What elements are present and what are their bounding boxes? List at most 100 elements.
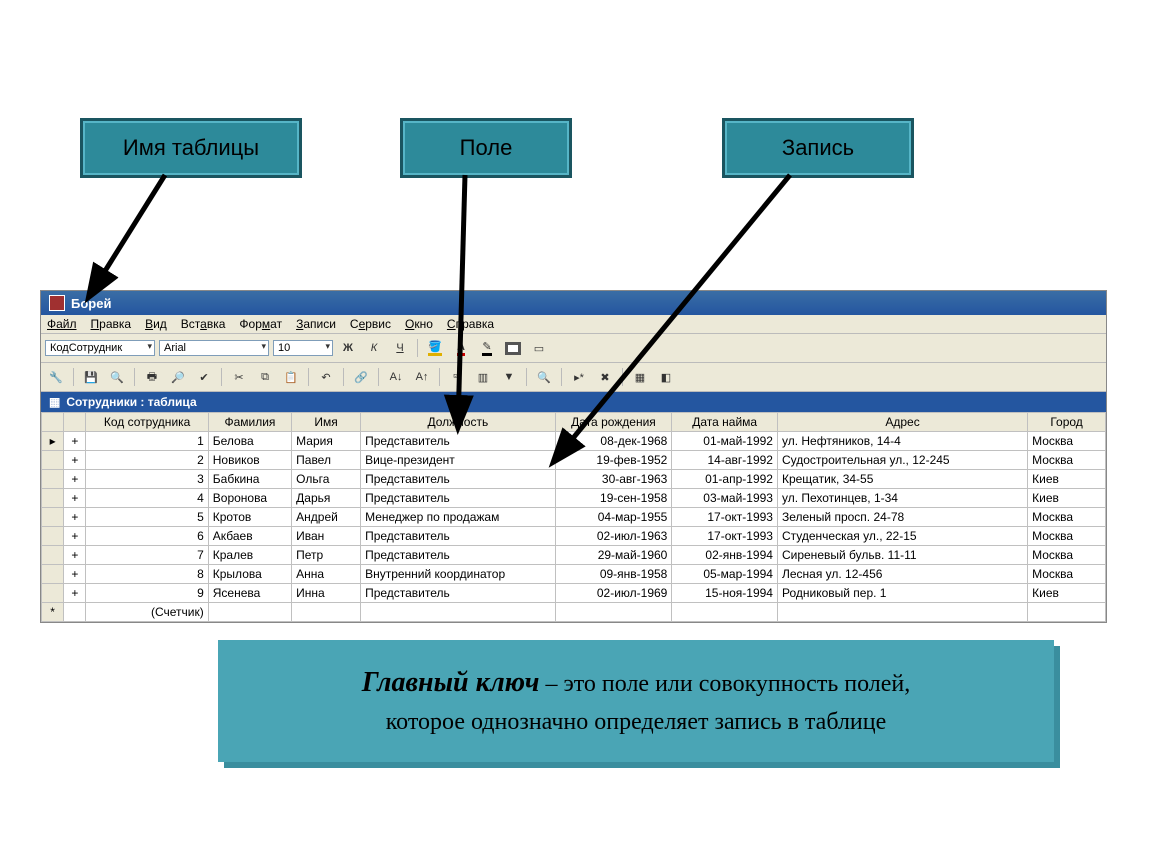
search-file-button[interactable]: 🔍 [106,366,128,388]
filter-form-button[interactable]: ▥ [472,366,494,388]
cell-position[interactable]: Внутренний координатор [361,565,556,584]
cell-hire[interactable]: 01-май-1992 [672,432,778,451]
cell-birth[interactable]: 08-дек-1968 [555,432,672,451]
table-row[interactable]: +7КралевПетрПредставитель29-май-196002-я… [42,546,1106,565]
cell-city[interactable]: Москва [1028,527,1106,546]
font-color-button[interactable]: A [450,337,472,359]
table-row[interactable]: +8КрыловаАннаВнутренний координатор09-ян… [42,565,1106,584]
row-selector[interactable] [42,527,64,546]
cell-lastname[interactable]: Кралев [208,546,291,565]
cell-birth[interactable]: 30-авг-1963 [555,470,672,489]
save-button[interactable]: 💾 [80,366,102,388]
new-row[interactable]: *(Счетчик) [42,603,1106,622]
cell-address[interactable]: Зеленый просп. 24-78 [777,508,1027,527]
col-city[interactable]: Город [1028,413,1106,432]
menu-edit[interactable]: Правка [91,317,132,331]
size-combo[interactable]: 10 [273,340,333,356]
gridlines-button[interactable] [502,337,524,359]
field-combo[interactable]: КодСотрудник [45,340,155,356]
cell-id-counter[interactable]: (Счетчик) [86,603,208,622]
cell-position[interactable]: Представитель [361,470,556,489]
col-position[interactable]: Должность [361,413,556,432]
row-selector[interactable] [42,565,64,584]
font-combo[interactable]: Arial [159,340,269,356]
print-button[interactable]: 🖶 [141,366,163,388]
cell-position[interactable]: Представитель [361,546,556,565]
data-grid[interactable]: Код сотрудника Фамилия Имя Должность Дат… [41,412,1106,622]
cell-hire[interactable]: 15-ноя-1994 [672,584,778,603]
cell-city[interactable]: Киев [1028,584,1106,603]
cell-birth[interactable]: 19-сен-1958 [555,489,672,508]
row-selector[interactable] [42,470,64,489]
table-row[interactable]: ▸+1БеловаМарияПредставитель08-дек-196801… [42,432,1106,451]
cell-id[interactable]: 9 [86,584,208,603]
cell-city[interactable]: Москва [1028,565,1106,584]
row-selector[interactable]: ▸ [42,432,64,451]
table-row[interactable]: +6АкбаевИванПредставитель02-июл-196317-о… [42,527,1106,546]
expand-button[interactable]: + [64,489,86,508]
cell-lastname[interactable]: Новиков [208,451,291,470]
cell-firstname[interactable]: Петр [292,546,361,565]
italic-button[interactable]: К [363,337,385,359]
cell-position[interactable]: Представитель [361,584,556,603]
sort-asc-button[interactable]: A↓ [385,366,407,388]
menu-view[interactable]: Вид [145,317,167,331]
paste-button[interactable]: 📋 [280,366,302,388]
table-row[interactable]: +5КротовАндрейМенеджер по продажам04-мар… [42,508,1106,527]
menu-file[interactable]: Файл [47,317,77,331]
cell-address[interactable]: Лесная ул. 12-456 [777,565,1027,584]
expand-button[interactable]: + [64,508,86,527]
menu-records[interactable]: Записи [296,317,336,331]
cell-lastname[interactable]: Крылова [208,565,291,584]
menu-service[interactable]: Сервис [350,317,391,331]
col-id[interactable]: Код сотрудника [86,413,208,432]
cell-address[interactable]: Родниковый пер. 1 [777,584,1027,603]
cell-hire[interactable]: 17-окт-1993 [672,527,778,546]
cell-id[interactable]: 1 [86,432,208,451]
expand-button[interactable]: + [64,546,86,565]
cell-lastname[interactable]: Белова [208,432,291,451]
cell-lastname[interactable]: Акбаев [208,527,291,546]
view-button[interactable]: 🔧 [45,366,67,388]
table-row[interactable]: +3БабкинаОльгаПредставитель30-авг-196301… [42,470,1106,489]
underline-button[interactable]: Ч [389,337,411,359]
preview-button[interactable]: 🔎 [167,366,189,388]
cell-firstname[interactable]: Ольга [292,470,361,489]
cell-birth[interactable]: 19-фев-1952 [555,451,672,470]
cell-hire[interactable]: 02-янв-1994 [672,546,778,565]
row-selector[interactable] [42,489,64,508]
cell-firstname[interactable]: Иван [292,527,361,546]
cell-birth[interactable]: 02-июл-1969 [555,584,672,603]
cell-lastname[interactable]: Воронова [208,489,291,508]
menu-help[interactable]: Справка [447,317,494,331]
cell-firstname[interactable]: Андрей [292,508,361,527]
menu-window[interactable]: Окно [405,317,433,331]
expand-button[interactable] [64,603,86,622]
cell-address[interactable]: Судостроительная ул., 12-245 [777,451,1027,470]
cell-id[interactable]: 3 [86,470,208,489]
cell-firstname[interactable]: Анна [292,565,361,584]
cell-birth[interactable]: 09-янв-1958 [555,565,672,584]
col-firstname[interactable]: Имя [292,413,361,432]
row-selector-header[interactable] [42,413,64,432]
expand-button[interactable]: + [64,565,86,584]
cell-birth[interactable]: 29-май-1960 [555,546,672,565]
db-window-button[interactable]: ▦ [629,366,651,388]
col-address[interactable]: Адрес [777,413,1027,432]
cell-id[interactable]: 4 [86,489,208,508]
hyperlink-button[interactable]: 🔗 [350,366,372,388]
cell-birth[interactable]: 02-июл-1963 [555,527,672,546]
cell-firstname[interactable]: Павел [292,451,361,470]
cell-firstname[interactable]: Дарья [292,489,361,508]
row-selector[interactable] [42,546,64,565]
cut-button[interactable]: ✂ [228,366,250,388]
cell-lastname[interactable]: Ясенева [208,584,291,603]
cell-birth[interactable]: 04-мар-1955 [555,508,672,527]
cell-id[interactable]: 5 [86,508,208,527]
cell-position[interactable]: Вице-президент [361,451,556,470]
copy-button[interactable]: ⧉ [254,366,276,388]
table-row[interactable]: +9ЯсеневаИннаПредставитель02-июл-196915-… [42,584,1106,603]
cell-position[interactable]: Представитель [361,432,556,451]
expand-button[interactable]: + [64,527,86,546]
cell-id[interactable]: 6 [86,527,208,546]
